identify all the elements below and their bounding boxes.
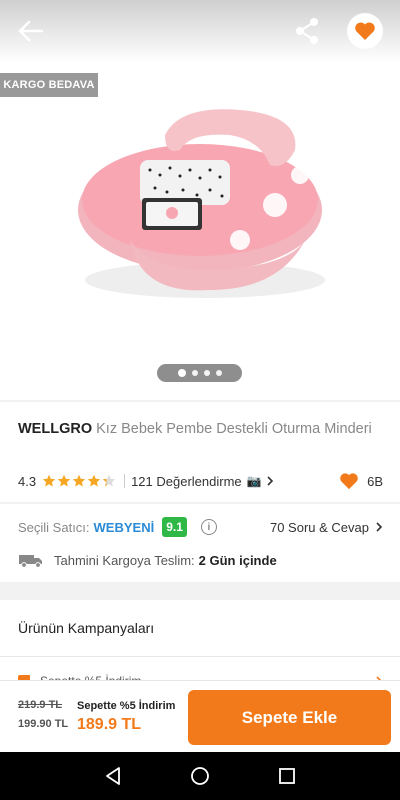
- nav-recents-button[interactable]: [276, 765, 298, 787]
- qa-link[interactable]: 70 Soru & Cevap: [270, 520, 383, 535]
- pager-dot[interactable]: [191, 370, 198, 376]
- square-recents-icon: [278, 768, 295, 784]
- back-button[interactable]: [16, 18, 46, 44]
- review-count[interactable]: 121 Değerlendirme: [131, 474, 242, 489]
- pager-dot[interactable]: [203, 370, 210, 376]
- shipping-label: Tahmini Kargoya Teslim:: [54, 552, 195, 568]
- seller-name[interactable]: WEBYENİ: [94, 520, 155, 535]
- info-icon[interactable]: i: [200, 519, 217, 535]
- system-nav-bar: [0, 752, 400, 800]
- shipping-value: 2 Gün içinde: [198, 552, 277, 568]
- brand-name[interactable]: WELLGRO: [18, 421, 92, 437]
- truck-icon: [19, 555, 42, 568]
- rating-row[interactable]: 4.3 121 Değerlendirme 📷 6B: [18, 472, 383, 490]
- chevron-right-icon: [267, 476, 273, 486]
- top-bar: [0, 0, 400, 62]
- pager-dot[interactable]: [215, 370, 222, 376]
- purchase-bar: 219.9 TL 199.90 TL Sepette %5 İndirim 18…: [0, 680, 400, 752]
- star-icon: [57, 474, 71, 487]
- product-name: Kız Bebek Pembe Destekli Oturma Minderi: [92, 421, 372, 437]
- qa-label: 70 Soru & Cevap: [269, 519, 369, 535]
- shipping-row: Tahmini Kargoya Teslim: 2 Gün içinde: [18, 550, 383, 570]
- chevron-right-icon: [376, 522, 383, 532]
- favorite-button[interactable]: [347, 13, 383, 49]
- divider: [124, 474, 126, 488]
- seller-card: Seçili Satıcı: WEBYENİ 9.1 i 70 Soru & C…: [0, 504, 400, 582]
- seller-score-badge: 9.1: [162, 517, 187, 537]
- product-image[interactable]: [70, 100, 330, 310]
- rating-value: 4.3: [18, 473, 37, 489]
- nav-back-button[interactable]: [102, 765, 124, 787]
- campaigns-title: Ürünün Kampanyaları: [18, 620, 155, 636]
- nav-home-button[interactable]: [189, 765, 211, 787]
- star-icon: [72, 474, 86, 487]
- back-arrow-icon: [18, 20, 44, 42]
- final-price: 189.9 TL: [77, 716, 142, 733]
- original-price: 219.9 TL: [18, 699, 63, 711]
- seller-row: Seçili Satıcı: WEBYENİ 9.1 i 70 Soru & C…: [18, 516, 383, 538]
- heart-icon: [355, 22, 375, 40]
- camera-icon: 📷: [246, 474, 262, 488]
- star-icon: [102, 474, 116, 487]
- promo-label: Sepette %5 İndirim: [77, 700, 176, 712]
- star-icon: [42, 474, 56, 487]
- add-to-cart-button[interactable]: Sepete Ekle: [188, 690, 391, 745]
- heart-icon: [340, 473, 358, 490]
- discounted-price: 199.90 TL: [18, 718, 69, 730]
- free-shipping-badge: KARGO BEDAVA: [0, 73, 98, 97]
- campaigns-section: Ürünün Kampanyaları Sepette %5 İndirim: [0, 600, 400, 690]
- likes[interactable]: 6B: [339, 472, 383, 490]
- share-button[interactable]: [293, 16, 321, 46]
- triangle-back-icon: [106, 767, 121, 785]
- divider: [0, 656, 400, 657]
- like-count: 6B: [367, 473, 383, 489]
- share-icon: [296, 18, 318, 44]
- product-title: WELLGRO Kız Bebek Pembe Destekli Oturma …: [18, 420, 378, 439]
- circle-home-icon: [191, 767, 209, 785]
- star-rating: [42, 474, 116, 488]
- pager-dot[interactable]: [177, 369, 186, 377]
- product-info: WELLGRO Kız Bebek Pembe Destekli Oturma …: [0, 402, 400, 502]
- star-icon: [87, 474, 101, 487]
- seller-label: Seçili Satıcı:: [18, 519, 90, 535]
- image-pager[interactable]: [157, 364, 242, 382]
